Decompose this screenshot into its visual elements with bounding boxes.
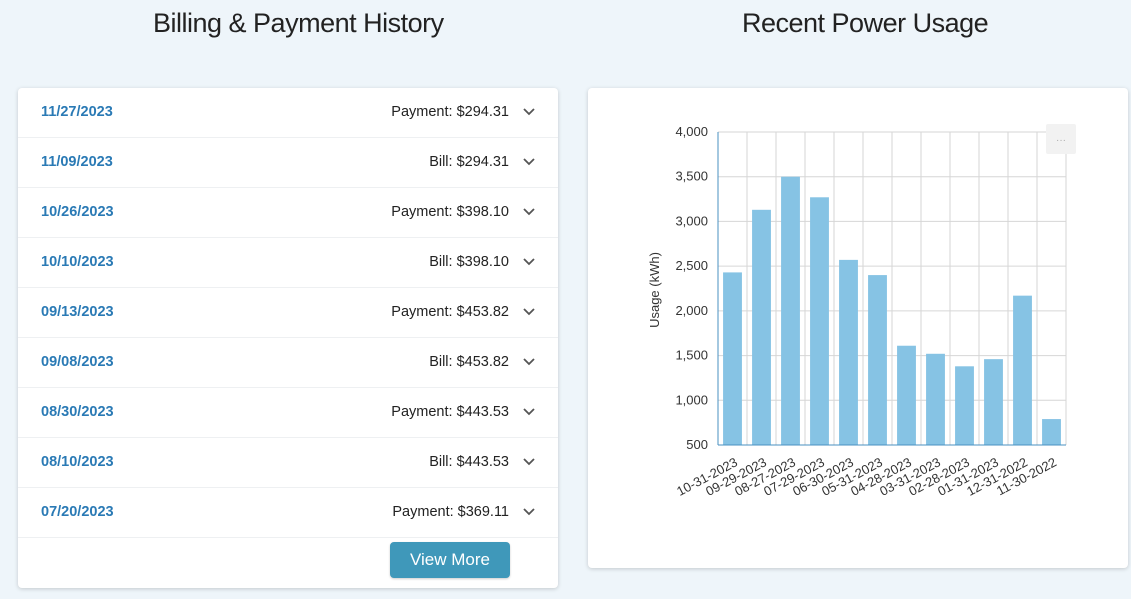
usage-bar[interactable] <box>839 259 858 445</box>
chevron-down-icon[interactable] <box>522 154 536 168</box>
usage-bar[interactable] <box>926 353 945 445</box>
usage-bar[interactable] <box>984 359 1003 445</box>
chart-menu-button[interactable]: ··· <box>1046 124 1076 154</box>
billing-row-date[interactable]: 10/10/2023 <box>41 254 114 270</box>
y-axis-ticks: 500 1,000 1,500 2,000 2,500 3,000 3,500 4,000 <box>675 124 708 452</box>
chevron-down-icon[interactable] <box>522 454 536 468</box>
usage-bar[interactable] <box>1042 419 1061 445</box>
usage-bar[interactable] <box>752 209 771 445</box>
y-tick-label: 3,000 <box>675 213 708 228</box>
billing-row[interactable]: 08/10/2023 Bill: $443.53 <box>18 438 558 488</box>
x-axis-ticks: 10-31-202309-29-202308-27-202307-29-2023… <box>674 454 1059 498</box>
usage-bar[interactable] <box>1013 295 1032 445</box>
billing-row-date[interactable]: 11/09/2023 <box>41 154 113 170</box>
view-more-button[interactable]: View More <box>390 542 510 578</box>
usage-bar[interactable] <box>955 366 974 445</box>
y-tick-label: 2,000 <box>675 303 708 318</box>
billing-row-amount: Bill: $443.53 <box>429 454 509 470</box>
billing-row[interactable]: 10/26/2023 Payment: $398.10 <box>18 188 558 238</box>
billing-row-amount: Bill: $453.82 <box>429 354 509 370</box>
usage-bar[interactable] <box>897 345 916 445</box>
usage-bar[interactable] <box>723 272 742 445</box>
chevron-down-icon[interactable] <box>522 504 536 518</box>
y-tick-label: 1,000 <box>675 392 708 407</box>
billing-row[interactable]: 08/30/2023 Payment: $443.53 <box>18 388 558 438</box>
chevron-down-icon[interactable] <box>522 104 536 118</box>
billing-row[interactable]: 09/13/2023 Payment: $453.82 <box>18 288 558 338</box>
billing-row-date[interactable]: 08/30/2023 <box>41 404 114 420</box>
power-usage-title: Recent Power Usage <box>742 8 989 38</box>
billing-row[interactable]: 10/10/2023 Bill: $398.10 <box>18 238 558 288</box>
billing-row-date[interactable]: 07/20/2023 <box>41 504 114 520</box>
y-tick-label: 4,000 <box>675 124 708 139</box>
chevron-down-icon[interactable] <box>522 404 536 418</box>
chevron-down-icon[interactable] <box>522 304 536 318</box>
billing-history-title: Billing & Payment History <box>153 8 444 38</box>
chevron-down-icon[interactable] <box>522 354 536 368</box>
usage-bar[interactable] <box>810 197 829 445</box>
billing-row[interactable]: 09/08/2023 Bill: $453.82 <box>18 338 558 388</box>
billing-row-date[interactable]: 09/08/2023 <box>41 354 114 370</box>
usage-bar[interactable] <box>868 275 887 445</box>
billing-row-amount: Payment: $294.31 <box>391 104 509 120</box>
billing-row-amount: Payment: $398.10 <box>391 204 509 220</box>
y-tick-label: 3,500 <box>675 169 708 184</box>
usage-bar-chart: 500 1,000 1,500 2,000 2,500 3,000 3,500 4,000 1… <box>647 124 1076 499</box>
billing-row[interactable]: 11/27/2023 Payment: $294.31 <box>18 88 558 138</box>
chart-menu-icon[interactable]: ··· <box>1056 135 1066 146</box>
billing-row-amount: Bill: $294.31 <box>429 154 509 170</box>
billing-row-amount: Payment: $369.11 <box>392 504 509 520</box>
y-tick-label: 2,500 <box>675 258 708 273</box>
y-tick-label: 500 <box>686 437 708 452</box>
billing-row-amount: Bill: $398.10 <box>429 254 509 270</box>
billing-row[interactable]: 07/20/2023 Payment: $369.11 <box>18 488 558 538</box>
billing-row-amount: Payment: $453.82 <box>391 304 509 320</box>
billing-history-card: 11/27/2023 Payment: $294.31 11/09/2023 Bill… <box>18 88 558 588</box>
billing-row-date[interactable]: 11/27/2023 <box>41 104 113 120</box>
chevron-down-icon[interactable] <box>522 204 536 218</box>
power-usage-card: 500 1,000 1,500 2,000 2,500 3,000 3,500 4,000 1… <box>588 88 1128 568</box>
billing-row-date[interactable]: 10/26/2023 <box>41 204 114 220</box>
chevron-down-icon[interactable] <box>522 254 536 268</box>
billing-row-date[interactable]: 09/13/2023 <box>41 304 114 320</box>
usage-bar[interactable] <box>781 176 800 445</box>
billing-row[interactable]: 11/09/2023 Bill: $294.31 <box>18 138 558 188</box>
billing-row-date[interactable]: 08/10/2023 <box>41 454 114 470</box>
y-tick-label: 1,500 <box>675 348 708 363</box>
billing-row-amount: Payment: $443.53 <box>391 404 509 420</box>
y-axis-label: Usage (kWh) <box>647 252 662 328</box>
